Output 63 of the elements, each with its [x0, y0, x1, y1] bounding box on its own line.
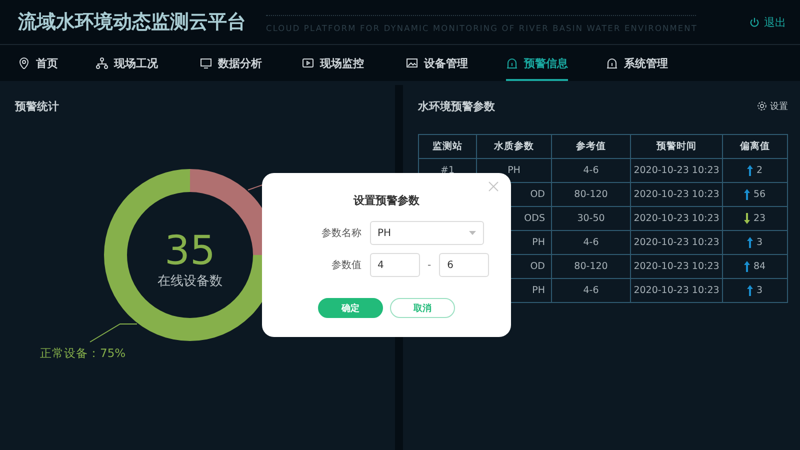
table-cell: 84 — [723, 255, 788, 279]
caret-icon — [468, 231, 476, 235]
image-icon — [406, 57, 418, 69]
up-arrow-icon — [744, 189, 750, 200]
table-cell: 30-50 — [552, 207, 631, 231]
chart-caption: 在线设备数 — [158, 274, 222, 289]
table-cell: 2 — [723, 159, 788, 183]
table-cell: 4-6 — [552, 159, 631, 183]
table-cell: 2020-10-23 10:23 — [631, 159, 723, 183]
input-field[interactable]: 4 — [370, 253, 420, 277]
up-arrow-icon — [744, 261, 750, 272]
column-header: 预警时间 — [631, 135, 723, 159]
column-header: 参考值 — [552, 135, 631, 159]
up-arrow-icon — [747, 165, 754, 176]
monitor-icon — [200, 57, 212, 69]
panel-title: 水环境预警参数 — [418, 98, 495, 114]
alarm-lamp-icon — [606, 57, 618, 69]
app-title: 流域水环境动态监测云平台 — [18, 10, 246, 35]
range-separator: - — [428, 260, 432, 270]
alarm-lamp-icon — [506, 57, 518, 69]
table-cell: 23 — [723, 207, 788, 231]
nav-tab[interactable]: 系统管理 — [606, 45, 668, 81]
nav-tab[interactable]: 现场工况 — [96, 45, 158, 81]
column-header: 水质参数 — [477, 135, 552, 159]
table-cell: 2020-10-23 10:23 — [631, 207, 723, 231]
play-screen-icon — [302, 57, 314, 69]
nav-tab[interactable]: 预警信息 — [506, 45, 568, 81]
settings-link[interactable]: 设置 — [757, 100, 788, 112]
location-pin-icon — [18, 57, 30, 69]
nav-tab[interactable]: 首页 — [18, 45, 58, 81]
column-header: 偏离值 — [723, 135, 788, 159]
up-arrow-icon — [747, 237, 754, 248]
logout-link[interactable]: 退出 — [749, 14, 786, 30]
up-arrow-icon — [747, 285, 754, 296]
settings-icon — [757, 101, 767, 111]
down-arrow-icon — [744, 213, 750, 224]
table-cell: 2020-10-23 10:23 — [631, 231, 723, 255]
legend-label: 正常设备：75% — [40, 346, 126, 360]
nav-tab[interactable]: 现场监控 — [302, 45, 364, 81]
table-cell: 3 — [723, 231, 788, 255]
network-icon — [96, 57, 108, 69]
select-field[interactable]: PH — [370, 221, 484, 245]
dialog-title: 设置预警参数 — [354, 193, 420, 208]
panel-title: 预警统计 — [15, 98, 59, 114]
close-icon[interactable] — [488, 181, 499, 192]
table-cell: 80-120 — [552, 183, 631, 207]
table-cell: 3 — [723, 279, 788, 303]
field-label: 参数名称 — [320, 226, 362, 240]
table-cell: 2020-10-23 10:23 — [631, 279, 723, 303]
chart-value: 35 — [164, 228, 216, 274]
input-field[interactable]: 6 — [439, 253, 490, 277]
table-cell: 4-6 — [552, 279, 631, 303]
table-cell: 56 — [723, 183, 788, 207]
table-cell: 4-6 — [552, 231, 631, 255]
table-cell: 80-120 — [552, 255, 631, 279]
leader-line — [90, 324, 138, 342]
nav-tab[interactable]: 设备管理 — [406, 45, 468, 81]
nav-tab[interactable]: 数据分析 — [200, 45, 262, 81]
table-cell: 2020-10-23 10:23 — [631, 255, 723, 279]
table-cell: 2020-10-23 10:23 — [631, 183, 723, 207]
field-label: 参数值 — [330, 258, 362, 272]
column-header: 监测站 — [419, 135, 477, 159]
power-icon — [749, 16, 760, 28]
